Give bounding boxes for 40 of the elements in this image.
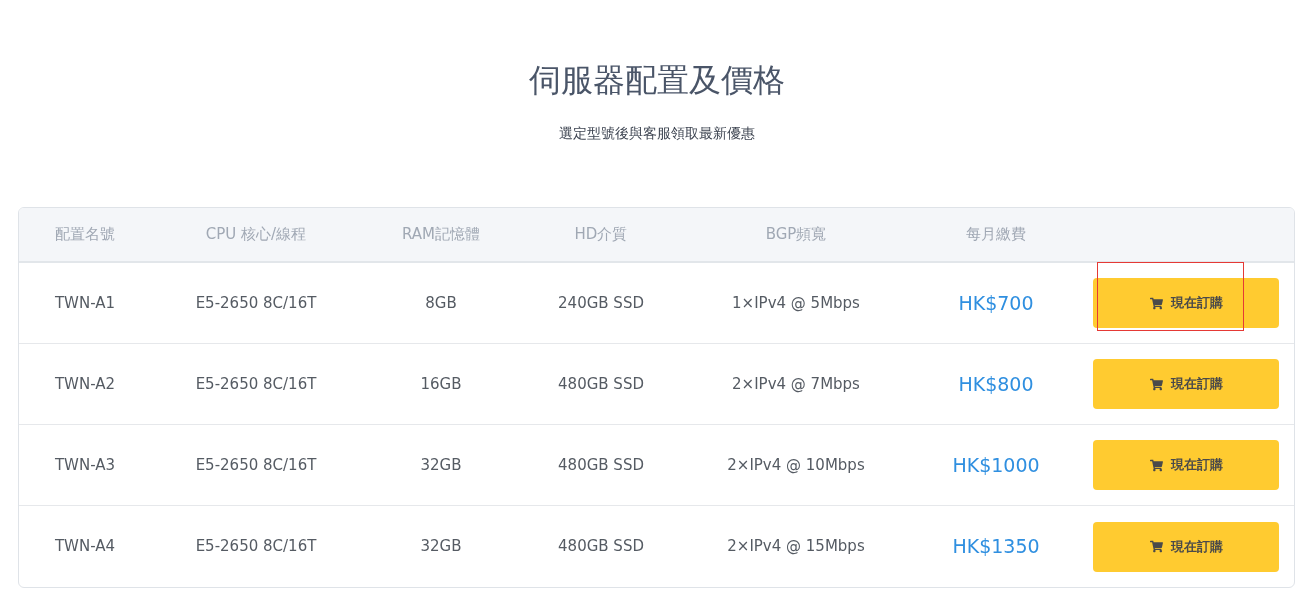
table-cell-text: TWN-A3 [53, 454, 117, 476]
table-cell-text: E5-2650 8C/16T [194, 373, 318, 395]
order-button[interactable]: 現在訂購 [1093, 278, 1279, 328]
column-header: CPU 核心/線程 [204, 224, 308, 246]
table-cell-text: TWN-A2 [53, 373, 117, 395]
column-header: 每月繳費 [965, 224, 1027, 246]
table-cell-text: 32GB [419, 536, 463, 558]
order-button[interactable]: 現在訂購 [1093, 440, 1279, 490]
cart-icon [1149, 458, 1163, 472]
price: HK$800 [957, 371, 1035, 397]
table-cell-text: E5-2650 8C/16T [194, 454, 318, 476]
table-cell-text: 2×IPv4 @ 7Mbps [731, 373, 861, 395]
page-title: 伺服器配置及價格 [528, 60, 785, 100]
column-header: HD介質 [573, 224, 629, 246]
table-cell-text: 2×IPv4 @ 10Mbps [726, 454, 866, 476]
column-header: 配置名號 [54, 224, 116, 246]
table-cell-text: 480GB SSD [557, 373, 645, 395]
cart-icon [1149, 540, 1163, 553]
column-header: BGP頻寬 [764, 224, 828, 246]
table-cell-text: 16GB [419, 373, 463, 395]
order-button[interactable]: 現在訂購 [1093, 521, 1279, 572]
table-cell-text: 1×IPv4 @ 5Mbps [731, 292, 861, 314]
price: HK$1350 [951, 534, 1041, 560]
price: HK$700 [957, 290, 1035, 316]
column-header: RAM記憶體 [401, 224, 481, 246]
order-button[interactable]: 現在訂購 [1093, 359, 1279, 409]
table-cell-text: 32GB [419, 454, 463, 476]
table-cell-text: 480GB SSD [557, 454, 645, 476]
table-cell-text: TWN-A4 [53, 536, 117, 558]
cart-icon [1149, 296, 1163, 310]
table-cell-text: E5-2650 8C/16T [194, 292, 318, 314]
table-cell-text: E5-2650 8C/16T [194, 536, 318, 558]
table-cell-text: TWN-A1 [53, 292, 117, 314]
table-cell-text: 240GB SSD [557, 292, 645, 314]
cart-icon [1149, 377, 1163, 391]
table-cell-text: 480GB SSD [557, 536, 645, 558]
table-cell-text: 8GB [424, 292, 458, 314]
table-cell-text: 2×IPv4 @ 15Mbps [726, 536, 866, 558]
page-subtitle: 選定型號後與客服領取最新優惠 [558, 124, 755, 143]
price: HK$1000 [951, 452, 1041, 478]
